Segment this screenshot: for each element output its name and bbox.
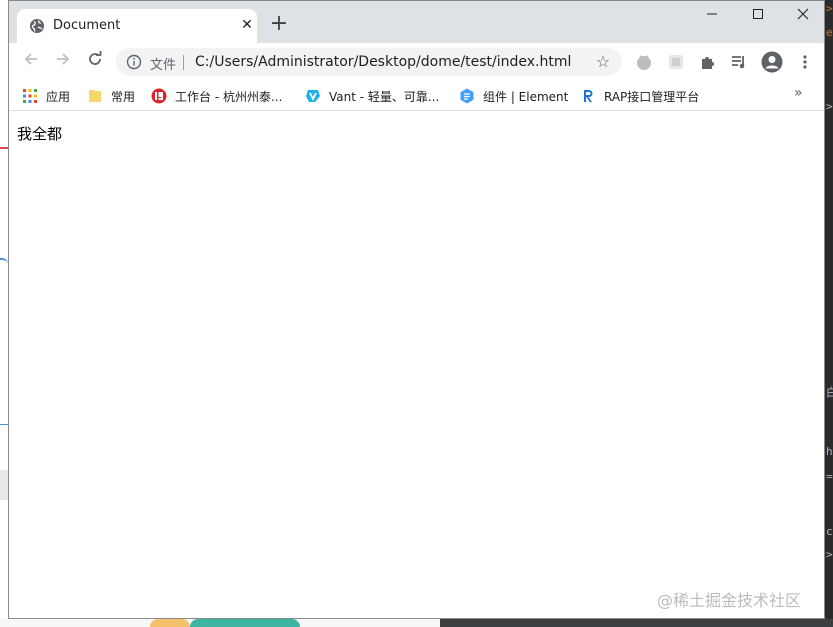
bookmark-label: 工作台 - 杭州州泰... [175, 90, 283, 104]
reload-icon [89, 51, 102, 65]
watermark: @稀土掘金技术社区 [657, 591, 802, 610]
bookmark-label: 组件 | Element [483, 90, 569, 104]
bookmark-label: Vant - 轻量、可靠... [329, 90, 440, 104]
arrow-left-icon [24, 53, 37, 65]
close-icon [797, 8, 809, 20]
element-icon [460, 88, 474, 104]
background-editor: > e > 白 h = c > [825, 0, 833, 627]
minimize-button[interactable] [689, 5, 735, 27]
background-shape [150, 619, 190, 627]
background-line [0, 147, 8, 149]
background-panel [440, 619, 833, 627]
background-left [0, 0, 8, 627]
toolbar: 文件 C:/Users/Administrator/Desktop/dome/t… [9, 43, 824, 81]
apps-grid-icon [23, 89, 37, 103]
extension-box-icon[interactable] [667, 53, 685, 71]
reload-button[interactable] [83, 50, 107, 74]
more-menu-icon[interactable] [796, 53, 814, 71]
profile-avatar-icon[interactable] [761, 51, 783, 73]
forward-button[interactable] [51, 50, 75, 74]
puzzle-icon[interactable] [699, 53, 717, 71]
background-shape [190, 619, 300, 627]
tab-title: Document [53, 18, 121, 33]
page-body-text: 我全都 [17, 125, 63, 143]
new-tab-button[interactable]: + [269, 13, 289, 35]
back-button[interactable] [19, 50, 43, 74]
bookmarks-overflow-icon[interactable]: » [794, 85, 803, 101]
url-text[interactable]: C:/Users/Administrator/Desktop/dome/test… [195, 54, 571, 70]
folder-icon [89, 90, 101, 102]
media-control-icon[interactable] [730, 53, 748, 71]
url-scheme-label: 文件 [150, 58, 177, 73]
tab-close-icon[interactable]: ✕ [239, 17, 255, 33]
bookmark-star-icon[interactable]: ☆ [594, 53, 612, 71]
bookmark-label: RAP接口管理平台 [604, 90, 700, 104]
bookmark-label: 常用 [111, 90, 136, 104]
background-line [0, 424, 8, 425]
globe-icon [30, 19, 44, 33]
minimize-icon [707, 13, 717, 15]
bookmarks-bar: 应用 常用 工作台 - 杭州州泰... Vant - 轻量、可靠... 组件 |… [9, 81, 824, 111]
red-logo-icon [151, 88, 167, 104]
arrow-right-icon [57, 53, 70, 65]
divider [183, 55, 184, 70]
maximize-button[interactable] [735, 5, 781, 27]
title-bar: Document ✕ + [9, 1, 824, 43]
background-curve [0, 258, 8, 264]
rap-icon [584, 90, 593, 102]
background-bottom [0, 619, 833, 627]
vant-icon [306, 90, 320, 102]
page-content: 我全都 [9, 112, 824, 618]
info-icon[interactable] [126, 54, 142, 70]
close-window-button[interactable] [780, 5, 824, 27]
maximize-icon [753, 9, 763, 19]
extension-gray-icon[interactable] [635, 53, 653, 71]
address-bar[interactable]: 文件 C:/Users/Administrator/Desktop/dome/t… [116, 48, 622, 76]
tab-document[interactable]: Document ✕ [17, 9, 257, 43]
browser-window: Document ✕ + 文件 C:/Users/Administrator/D… [8, 0, 825, 619]
bookmark-label: 应用 [46, 90, 71, 104]
background-block [0, 470, 8, 500]
